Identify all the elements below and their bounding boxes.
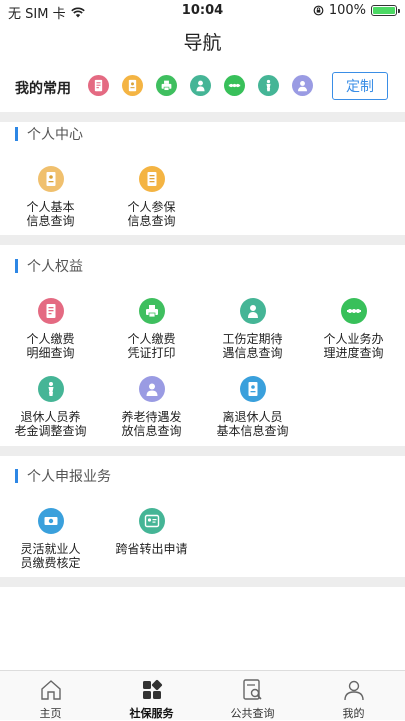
progress-icon[interactable]: [224, 75, 245, 96]
favorites-bar: 我的常用 定制: [0, 66, 405, 112]
service-tile-label: 个人基本 信息查询: [26, 200, 75, 228]
service-tile[interactable]: 跨省转出申请: [101, 508, 202, 556]
retired-info-icon: [239, 376, 266, 402]
service-tile[interactable]: 个人缴费 明细查询: [0, 298, 101, 360]
section-header: 个人申报业务: [0, 466, 405, 486]
service-tile[interactable]: 个人缴费 凭证打印: [101, 298, 202, 360]
battery-percent: 100%: [328, 3, 366, 18]
progress-icon: [340, 298, 367, 324]
tab-label: 公共查询: [230, 707, 275, 720]
section-title: 个人申报业务: [27, 469, 111, 485]
tab-grid[interactable]: 社保服务: [101, 671, 202, 721]
page-title: 导航: [183, 32, 222, 54]
favorites-icons: [88, 75, 313, 96]
service-tile-label: 个人业务办 理进度查询: [323, 332, 384, 360]
service-tile[interactable]: 灵活就业人 员缴费核定: [0, 508, 101, 570]
tab-user[interactable]: 我的: [303, 671, 404, 721]
service-tile-label: 养老待遇发 放信息查询: [121, 410, 182, 438]
tab-search-doc[interactable]: 公共查询: [202, 671, 303, 721]
status-bar: 无 SIM 卡 10:04 100%: [0, 0, 405, 22]
service-tile-label: 离退休人员 基本信息查询: [216, 410, 289, 438]
service-tile-label: 跨省转出申请: [115, 542, 188, 556]
section-header: 个人权益: [0, 256, 405, 276]
service-tile-label: 灵活就业人 员缴费核定: [20, 542, 81, 570]
section-accent: [15, 259, 18, 273]
service-tile-label: 工伤定期待 遇信息查询: [222, 332, 283, 360]
divider: [0, 446, 405, 456]
basic-info-icon: [37, 166, 64, 192]
favorites-label: 我的常用: [15, 81, 71, 97]
rotation-lock-icon: [313, 5, 324, 16]
section-header: 个人中心: [0, 124, 405, 144]
service-tile[interactable]: 个人参保 信息查询: [101, 166, 202, 228]
tab-label: 主页: [39, 707, 62, 720]
service-tile[interactable]: 个人基本 信息查询: [0, 166, 101, 228]
section-title: 个人中心: [27, 127, 83, 143]
service-tile[interactable]: 个人业务办 理进度查询: [303, 298, 404, 360]
tab-bar: 主页 社保服务 公共查询 我的: [0, 670, 405, 720]
section-accent: [15, 469, 18, 483]
battery-level: [373, 7, 395, 14]
tab-home[interactable]: 主页: [0, 671, 101, 721]
grid-icon: [101, 678, 202, 702]
divider: [0, 577, 405, 587]
payment-detail-icon: [37, 298, 64, 324]
user-icon: [303, 678, 404, 702]
printer-icon[interactable]: [156, 75, 177, 96]
elderly-icon: [138, 376, 165, 402]
service-tile[interactable]: 工伤定期待 遇信息查询: [202, 298, 303, 360]
service-tile-label: 个人参保 信息查询: [127, 200, 176, 228]
injury-icon: [239, 298, 266, 324]
tab-label: 社保服务: [129, 707, 174, 720]
payment-detail-icon[interactable]: [88, 75, 109, 96]
divider: [0, 112, 405, 122]
elderly-icon[interactable]: [292, 75, 313, 96]
transfer-icon: [138, 508, 165, 534]
printer-icon: [138, 298, 165, 324]
money-icon: [37, 508, 64, 534]
divider: [0, 235, 405, 245]
injury-icon[interactable]: [190, 75, 211, 96]
search-doc-icon: [202, 678, 303, 702]
insurance-info-icon: [138, 166, 165, 192]
service-tile[interactable]: 离退休人员 基本信息查询: [202, 376, 303, 438]
service-tile-label: 个人缴费 明细查询: [26, 332, 75, 360]
service-tile[interactable]: 养老待遇发 放信息查询: [101, 376, 202, 438]
service-tile-label: 个人缴费 凭证打印: [127, 332, 176, 360]
section-accent: [15, 127, 18, 141]
section-title: 个人权益: [27, 259, 83, 275]
tab-label: 我的: [342, 707, 365, 720]
service-tile[interactable]: 退休人员养 老金调整查询: [0, 376, 101, 438]
retiree-icon: [37, 376, 64, 402]
home-icon: [0, 678, 101, 702]
retiree-icon[interactable]: [258, 75, 279, 96]
customize-button[interactable]: 定制: [332, 72, 388, 100]
service-tile-label: 退休人员养 老金调整查询: [14, 410, 87, 438]
battery-icon: [371, 5, 400, 16]
basic-info-icon[interactable]: [122, 75, 143, 96]
